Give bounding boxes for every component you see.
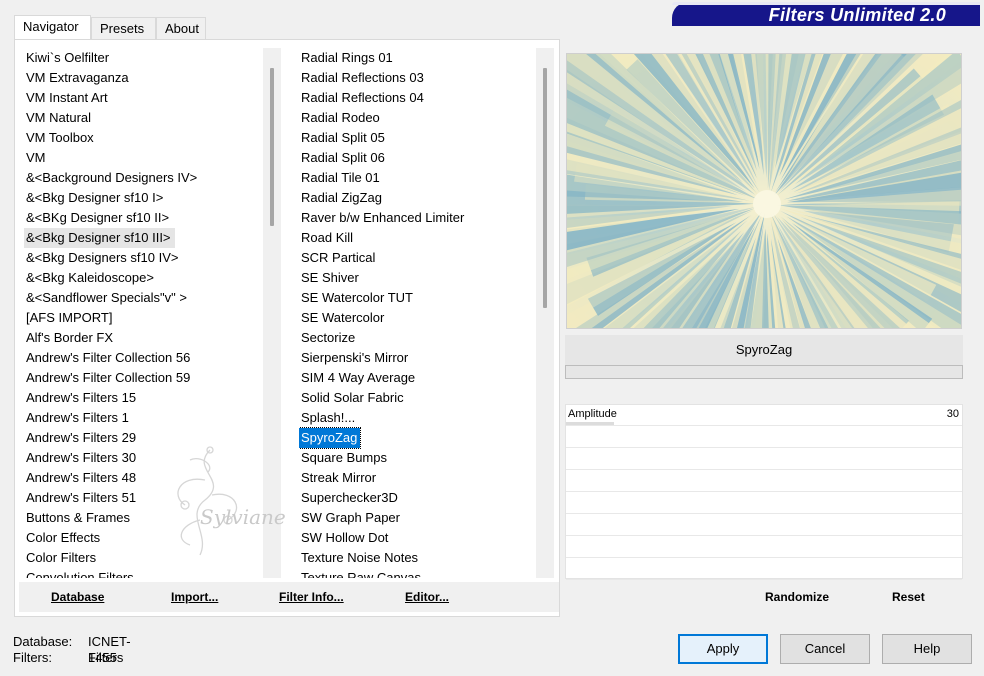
app-title: Filters Unlimited 2.0 bbox=[768, 5, 946, 25]
tab-navigator[interactable]: Navigator bbox=[14, 15, 91, 40]
reset-button[interactable]: Reset bbox=[892, 590, 925, 604]
apply-button[interactable]: Apply bbox=[678, 634, 768, 664]
param-row-empty bbox=[566, 559, 962, 580]
tab-presets[interactable]: Presets bbox=[91, 17, 156, 39]
filter-item[interactable]: SW Graph Paper bbox=[299, 508, 400, 528]
category-item[interactable]: Andrew's Filter Collection 56 bbox=[24, 348, 190, 368]
help-button[interactable]: Help bbox=[882, 634, 972, 664]
filter-item[interactable]: Sectorize bbox=[299, 328, 355, 348]
filter-item[interactable]: Square Bumps bbox=[299, 448, 387, 468]
filter-scrollbar[interactable] bbox=[536, 48, 554, 578]
filters-count-label: Filters: bbox=[13, 650, 52, 665]
filter-item[interactable]: Road Kill bbox=[299, 228, 353, 248]
filter-item[interactable]: Superchecker3D bbox=[299, 488, 398, 508]
category-item[interactable]: VM Extravaganza bbox=[24, 68, 129, 88]
category-item[interactable]: Andrew's Filters 48 bbox=[24, 468, 136, 488]
param-row-empty bbox=[566, 537, 962, 558]
filter-item[interactable]: Sierpenski's Mirror bbox=[299, 348, 408, 368]
category-item[interactable]: Convolution Filters bbox=[24, 568, 134, 578]
filter-item[interactable]: Radial Split 06 bbox=[299, 148, 385, 168]
database-button[interactable]: Database bbox=[51, 590, 104, 604]
preview-button-bar: Randomize Reset bbox=[565, 582, 963, 612]
filter-item[interactable]: Texture Noise Notes bbox=[299, 548, 418, 568]
filter-item[interactable]: Raver b/w Enhanced Limiter bbox=[299, 208, 464, 228]
filter-item[interactable]: SE Watercolor TUT bbox=[299, 288, 413, 308]
preview-center bbox=[753, 190, 781, 218]
category-item[interactable]: Andrew's Filters 15 bbox=[24, 388, 136, 408]
category-item[interactable]: Andrew's Filter Collection 59 bbox=[24, 368, 190, 388]
tab-about[interactable]: About bbox=[156, 17, 206, 39]
filter-item[interactable]: Texture Raw Canvas bbox=[299, 568, 421, 578]
category-item[interactable]: Buttons & Frames bbox=[24, 508, 130, 528]
category-item[interactable]: VM Toolbox bbox=[24, 128, 94, 148]
filter-item[interactable]: Splash!... bbox=[299, 408, 355, 428]
filter-item[interactable]: Radial Reflections 04 bbox=[299, 88, 424, 108]
category-item[interactable]: &<Background Designers IV> bbox=[24, 168, 197, 188]
category-item[interactable]: &<Sandflower Specials"v" > bbox=[24, 288, 187, 308]
filter-list[interactable]: Radial Rings 01 Radial Reflections 03 Radi… bbox=[299, 48, 535, 578]
param-row-empty bbox=[566, 449, 962, 470]
watermark-flourish-icon bbox=[177, 446, 238, 556]
param-row-empty bbox=[566, 515, 962, 536]
category-item[interactable]: Andrew's Filters 51 bbox=[24, 488, 136, 508]
category-item[interactable]: Color Filters bbox=[24, 548, 96, 568]
category-item[interactable]: &<BKg Designer sf10 II> bbox=[24, 208, 169, 228]
category-scroll-thumb[interactable] bbox=[270, 68, 274, 226]
parameter-panel: Amplitude 30 bbox=[565, 404, 963, 580]
filter-item[interactable]: SW Hollow Dot bbox=[299, 528, 388, 548]
param-row-empty bbox=[566, 427, 962, 448]
category-item[interactable]: Color Effects bbox=[24, 528, 100, 548]
progress-bar bbox=[565, 365, 963, 379]
filter-item[interactable]: SE Watercolor bbox=[299, 308, 384, 328]
filters-count-value: 1455 bbox=[88, 650, 117, 665]
filter-item[interactable]: SCR Partical bbox=[299, 248, 375, 268]
param-row-empty bbox=[566, 471, 962, 492]
category-item[interactable]: Andrew's Filters 29 bbox=[24, 428, 136, 448]
amplitude-slider[interactable] bbox=[566, 422, 614, 425]
randomize-button[interactable]: Randomize bbox=[765, 590, 829, 604]
filter-item[interactable]: SIM 4 Way Average bbox=[299, 368, 415, 388]
category-item[interactable]: &<Bkg Designers sf10 IV> bbox=[24, 248, 178, 268]
current-filter-name: SpyroZag bbox=[565, 335, 963, 365]
category-item[interactable]: VM bbox=[24, 148, 46, 168]
filter-info-button[interactable]: Filter Info... bbox=[279, 590, 344, 604]
preview-image bbox=[567, 54, 961, 328]
import-button[interactable]: Import... bbox=[171, 590, 218, 604]
category-item[interactable]: &<Bkg Designer sf10 III> bbox=[24, 228, 175, 248]
filter-item[interactable]: Radial Rings 01 bbox=[299, 48, 393, 68]
filter-item[interactable]: Streak Mirror bbox=[299, 468, 376, 488]
param-row-amplitude[interactable]: Amplitude 30 bbox=[566, 405, 962, 426]
filter-item[interactable]: Radial Rodeo bbox=[299, 108, 380, 128]
editor-button[interactable]: Editor... bbox=[405, 590, 449, 604]
category-item[interactable]: Andrew's Filters 30 bbox=[24, 448, 136, 468]
filter-item[interactable]: Radial Tile 01 bbox=[299, 168, 380, 188]
filter-item[interactable]: Radial Reflections 03 bbox=[299, 68, 424, 88]
filter-preview bbox=[566, 53, 962, 329]
filter-item[interactable]: SE Shiver bbox=[299, 268, 359, 288]
filter-item[interactable]: Radial Split 05 bbox=[299, 128, 385, 148]
filter-item[interactable]: Solid Solar Fabric bbox=[299, 388, 404, 408]
category-item[interactable]: Alf's Border FX bbox=[24, 328, 113, 348]
filter-scroll-thumb[interactable] bbox=[543, 68, 547, 308]
filter-item[interactable]: SpyroZag bbox=[299, 427, 362, 449]
title-banner: Filters Unlimited 2.0 bbox=[672, 2, 980, 26]
param-label: Amplitude bbox=[568, 408, 617, 420]
category-item[interactable]: &<Bkg Designer sf10 I> bbox=[24, 188, 163, 208]
database-label: Database: bbox=[13, 634, 73, 649]
category-item[interactable]: &<Bkg Kaleidoscope> bbox=[24, 268, 154, 288]
category-item[interactable]: VM Instant Art bbox=[24, 88, 108, 108]
category-item[interactable]: Kiwi`s Oelfilter bbox=[24, 48, 109, 68]
category-item[interactable]: VM Natural bbox=[24, 108, 91, 128]
cancel-button[interactable]: Cancel bbox=[780, 634, 870, 664]
category-item[interactable]: Andrew's Filters 1 bbox=[24, 408, 129, 428]
param-row-empty bbox=[566, 493, 962, 514]
param-value: 30 bbox=[946, 408, 959, 420]
navigator-button-bar: Database Import... Filter Info... Editor… bbox=[19, 582, 559, 612]
filter-item[interactable]: Radial ZigZag bbox=[299, 188, 382, 208]
watermark-text: Sylviane bbox=[200, 505, 286, 529]
category-item[interactable]: [AFS IMPORT] bbox=[24, 308, 112, 328]
